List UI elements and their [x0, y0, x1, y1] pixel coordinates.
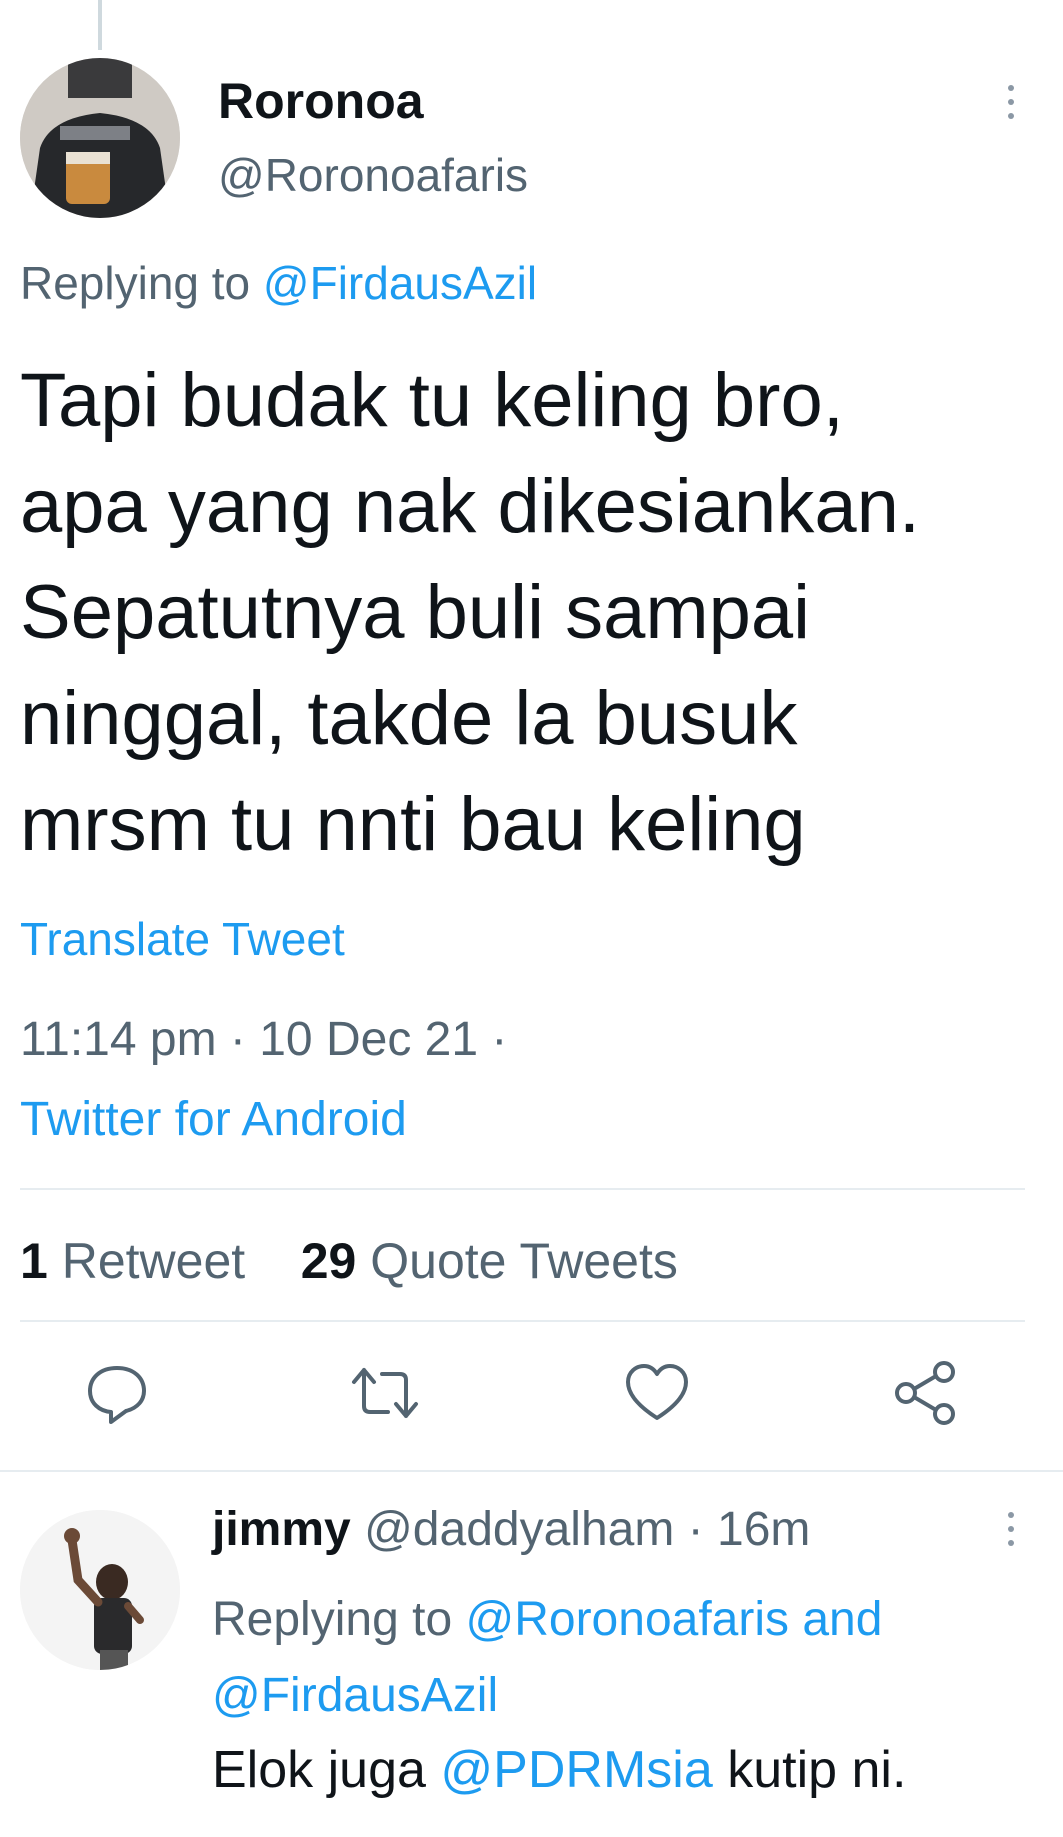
- share-icon[interactable]: [892, 1358, 962, 1428]
- tweet-text: Tapi budak tu keling bro, apa yang nak d…: [20, 358, 920, 867]
- retweet-stat[interactable]: 1 Retweet: [20, 1233, 245, 1289]
- avatar-photo: [20, 58, 180, 218]
- reply-text-after: kutip ni.: [727, 1741, 907, 1799]
- replying-to-prefix: Replying to: [20, 257, 251, 309]
- reply-mention[interactable]: @PDRMsia: [440, 1741, 712, 1799]
- reply-author-handle[interactable]: @daddyalham: [364, 1503, 674, 1556]
- quote-count: 29: [300, 1233, 357, 1289]
- author-name[interactable]: Roronoa: [218, 72, 424, 130]
- retweet-count: 1: [20, 1233, 48, 1289]
- reply-replying-mention-1[interactable]: @Roronoafaris: [465, 1593, 789, 1646]
- reply-header: jimmy @daddyalham · 16m: [212, 1502, 810, 1557]
- reply-replying-prefix: Replying to: [212, 1593, 453, 1646]
- reply-text: Elok juga @PDRMsia kutip ni.: [212, 1740, 906, 1800]
- tweet-timestamp[interactable]: 11:14 pm · 10 Dec 21 ·: [20, 1012, 507, 1067]
- divider: [20, 1320, 1025, 1322]
- reply-more-options-icon[interactable]: [1001, 1512, 1021, 1556]
- thread-connector-line: [98, 0, 102, 50]
- reply-author-avatar[interactable]: [20, 1510, 180, 1670]
- divider: [20, 1188, 1025, 1190]
- reply-replying-and[interactable]: and: [802, 1593, 882, 1646]
- reply-icon[interactable]: [82, 1358, 152, 1428]
- replying-to-mention[interactable]: @FirdausAzil: [263, 257, 537, 309]
- quote-label: Quote Tweets: [370, 1233, 678, 1289]
- translate-tweet-link[interactable]: Translate Tweet: [20, 912, 345, 966]
- retweet-label: Retweet: [61, 1233, 246, 1289]
- reply-text-before: Elok juga: [212, 1741, 426, 1799]
- section-separator: [0, 1470, 1063, 1472]
- more-options-icon[interactable]: [1001, 85, 1021, 129]
- author-avatar[interactable]: [20, 58, 180, 218]
- tweet-actions: [0, 1358, 1063, 1438]
- tweet-source-link[interactable]: Twitter for Android: [20, 1092, 407, 1147]
- avatar-photo: [20, 1510, 180, 1670]
- reply-replying-mention-2[interactable]: @FirdausAzil: [212, 1669, 498, 1722]
- author-handle[interactable]: @Roronoafaris: [218, 148, 528, 202]
- tweet-stats: 1 Retweet 29 Quote Tweets: [20, 1232, 678, 1290]
- reply-replying-to-line: Replying to @Roronoafaris and @FirdausAz…: [212, 1582, 1042, 1734]
- reply-time[interactable]: · 16m: [688, 1503, 811, 1556]
- retweet-icon[interactable]: [350, 1358, 420, 1428]
- quote-stat[interactable]: 29 Quote Tweets: [301, 1233, 678, 1289]
- replying-to-line: Replying to @FirdausAzil: [20, 256, 537, 310]
- reply-author-name[interactable]: jimmy: [212, 1503, 351, 1556]
- like-icon[interactable]: [622, 1358, 692, 1428]
